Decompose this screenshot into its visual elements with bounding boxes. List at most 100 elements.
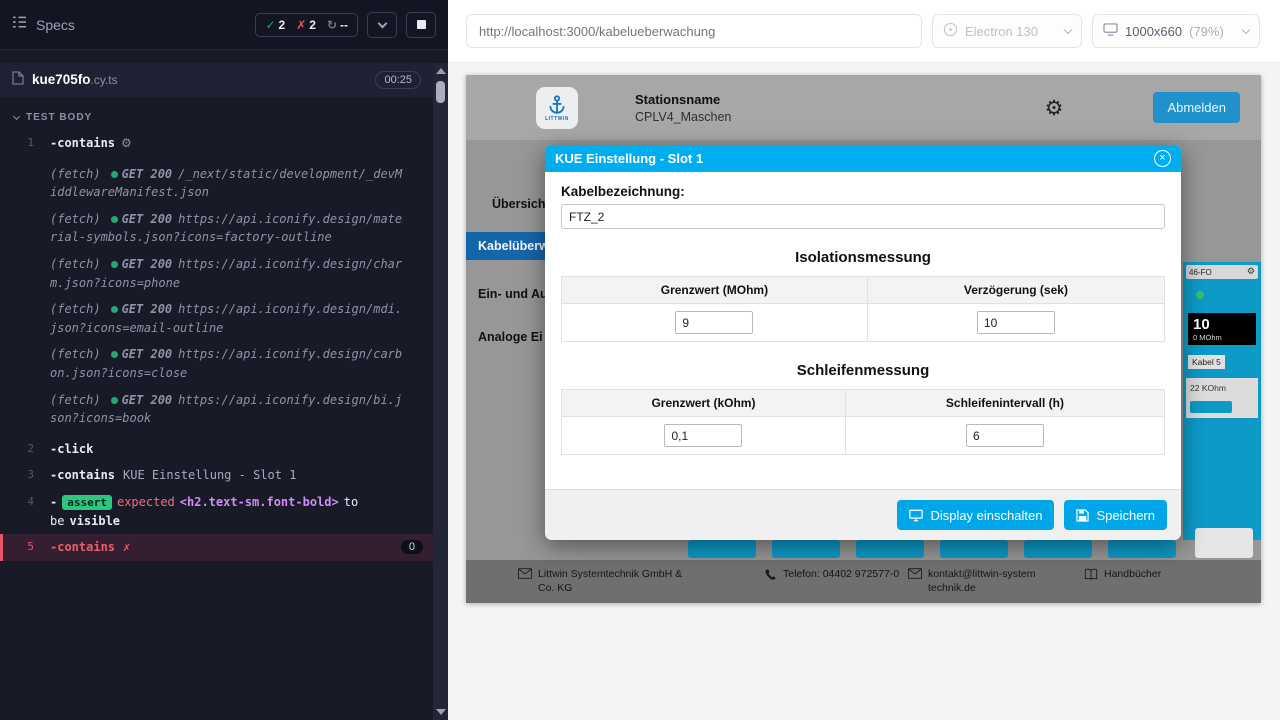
cable-name-input[interactable] <box>561 204 1165 229</box>
specs-menu-icon[interactable] <box>12 15 27 34</box>
fetch-status: GET 200 <box>122 212 173 226</box>
slot-button[interactable] <box>1024 540 1092 558</box>
passed-count: 2 <box>279 18 286 32</box>
scrollbar-thumb[interactable] <box>436 81 445 103</box>
file-icon <box>12 71 24 90</box>
loop-interval-input[interactable] <box>966 424 1044 447</box>
slot-button[interactable] <box>1108 540 1176 558</box>
command-row-click[interactable]: 2 -click <box>0 436 433 463</box>
specs-label[interactable]: Specs <box>36 17 75 33</box>
scroll-up-arrow[interactable] <box>436 68 446 74</box>
fetch-prefix: (fetch) <box>50 347 101 361</box>
fetch-url: https://api.iconify.design/material-symb… <box>50 212 402 245</box>
iso-limit-input[interactable] <box>675 311 753 334</box>
command-row-contains-1[interactable]: 1 -contains⚙ <box>0 130 433 157</box>
cypress-reporter-panel: Specs ✓2 ✗2 ↻-- kue705fo.cy.ts 00:25 TES… <box>0 0 448 720</box>
iso-delay-input[interactable] <box>977 311 1055 334</box>
nav-item-analoge-eingaenge[interactable]: Analoge Ei <box>478 330 546 344</box>
loop-limit-input[interactable] <box>664 424 742 447</box>
stat-pending: ↻-- <box>327 18 348 32</box>
status-ok-dot <box>111 216 118 223</box>
network-log-entry[interactable]: (fetch)GET 200https://api.iconify.design… <box>50 345 409 382</box>
slot-button[interactable] <box>856 540 924 558</box>
fail-x-icon: ✗ <box>123 540 130 554</box>
company-text: Littwin Systemtechnik GmbH & Co. KG <box>538 567 688 595</box>
command-argument: KUE Einstellung - Slot 1 <box>123 468 296 482</box>
iso-col1-header: Grenzwert (MOhm) <box>562 277 868 304</box>
fetch-status: GET 200 <box>122 257 173 271</box>
nav-item-uebersicht[interactable]: Übersicht <box>492 197 550 211</box>
slot-gear-icon[interactable]: ⚙ <box>1247 267 1255 277</box>
app-under-test: LITTWIN Stationsname CPLV4_Maschen ⚙ Abm… <box>466 75 1261 603</box>
url-text: http://localhost:3000/kabelueberwachung <box>479 24 715 39</box>
failed-count: 2 <box>309 18 316 32</box>
logout-button[interactable]: Abmelden <box>1153 92 1240 123</box>
check-icon: ✓ <box>265 18 275 32</box>
test-body-section[interactable]: TEST BODY <box>0 97 433 130</box>
status-ok-dot <box>111 351 118 358</box>
isolation-table: Grenzwert (MOhm) Verzögerung (sek) <box>561 276 1165 342</box>
loop-section-title: Schleifenmessung <box>561 362 1165 379</box>
slot-button[interactable] <box>772 540 840 558</box>
iso-col2-header: Verzögerung (sek) <box>867 277 1164 304</box>
viewport-select[interactable]: 1000x660 (79%) <box>1092 14 1260 48</box>
modal-header: KUE Einstellung - Slot 1 × <box>545 145 1181 172</box>
table-cell <box>562 304 868 342</box>
slot-button[interactable] <box>940 540 1008 558</box>
command-name: -click <box>50 442 93 456</box>
fetch-url: https://api.iconify.design/carbon.json?i… <box>50 347 402 380</box>
stop-button[interactable] <box>406 12 436 38</box>
status-green-dot <box>1196 291 1204 299</box>
nav-item-ein-und-ausgaenge[interactable]: Ein- und Au <box>478 287 546 301</box>
cross-icon: ✗ <box>296 18 306 32</box>
refresh-icon: ↻ <box>327 18 337 32</box>
assert-dash: - <box>50 495 57 509</box>
display-on-button[interactable]: Display einschalten <box>897 500 1054 530</box>
url-bar[interactable]: http://localhost:3000/kabelueberwachung <box>466 14 922 48</box>
modal-body: Kabelbezeichnung: Isolationsmessung Gren… <box>545 172 1181 489</box>
spec-header[interactable]: kue705fo.cy.ts 00:25 <box>0 63 433 97</box>
close-icon[interactable]: × <box>1154 150 1171 167</box>
fetch-prefix: (fetch) <box>50 212 101 226</box>
command-row-contains-failed[interactable]: 5 -contains✗ 0 <box>0 534 433 561</box>
network-log-entry[interactable]: (fetch)GET 200/_next/static/development/… <box>50 165 409 202</box>
modal-title: KUE Einstellung - Slot 1 <box>555 151 703 166</box>
browser-select[interactable]: Electron 130 <box>932 14 1082 48</box>
command-name: -contains <box>50 136 115 150</box>
stat-passed: ✓2 <box>265 18 285 32</box>
settings-gear-icon[interactable]: ⚙ <box>1045 96 1064 120</box>
cable-name-label: Kabelbezeichnung: <box>561 184 1165 199</box>
network-log-entry[interactable]: (fetch)GET 200https://api.iconify.design… <box>50 255 409 292</box>
command-name: -contains <box>50 468 115 482</box>
fetch-prefix: (fetch) <box>50 167 101 181</box>
options-gear-icon: ⚙ <box>121 136 132 150</box>
network-log-entry[interactable]: (fetch)GET 200https://api.iconify.design… <box>50 300 409 337</box>
fetch-status: GET 200 <box>122 302 173 316</box>
scroll-down-arrow[interactable] <box>436 709 446 715</box>
mail-icon <box>518 568 532 579</box>
reporter-scrollbar[interactable] <box>433 63 448 720</box>
kue-settings-modal: KUE Einstellung - Slot 1 × Kabelbezeichn… <box>545 145 1181 540</box>
network-log-entry[interactable]: (fetch) GET 200https://api.iconify.design… <box>50 210 409 247</box>
network-log-entry[interactable]: (fetch)GET 200https://api.iconify.design… <box>50 391 409 428</box>
slot-button[interactable] <box>688 540 756 558</box>
viewport-size: 1000x660 <box>1125 24 1182 39</box>
command-row-assert[interactable]: 4 -assertexpected<h2.text-sm.font-bold>t… <box>0 489 433 534</box>
command-number: 5 <box>3 538 50 557</box>
footer-company: Littwin Systemtechnik GmbH & Co. KG <box>518 567 688 595</box>
element-count-badge: 0 <box>401 540 423 554</box>
command-row-contains-2[interactable]: 3 -containsKUE Einstellung - Slot 1 <box>0 462 433 489</box>
mini-button[interactable] <box>1190 401 1232 413</box>
fetch-status: GET 200 <box>122 167 173 181</box>
footer-manuals[interactable]: Handbücher <box>1084 567 1161 581</box>
spec-duration: 00:25 <box>375 71 421 89</box>
manuals-text: Handbücher <box>1104 567 1161 581</box>
phone-icon <box>764 568 777 581</box>
spec-extension: .cy.ts <box>91 73 118 87</box>
save-button[interactable]: Speichern <box>1064 500 1167 530</box>
slot-side-panel: 46-FO ⚙ 10 0 MOhm Kabel 5 22 KOhm <box>1183 262 1261 540</box>
fetch-url: https://api.iconify.design/bi.json?icons… <box>50 393 402 426</box>
modal-footer: Display einschalten Speichern <box>545 489 1181 540</box>
fetch-url: https://api.iconify.design/mdi.json?icon… <box>50 302 402 335</box>
collapse-button[interactable] <box>367 12 397 38</box>
